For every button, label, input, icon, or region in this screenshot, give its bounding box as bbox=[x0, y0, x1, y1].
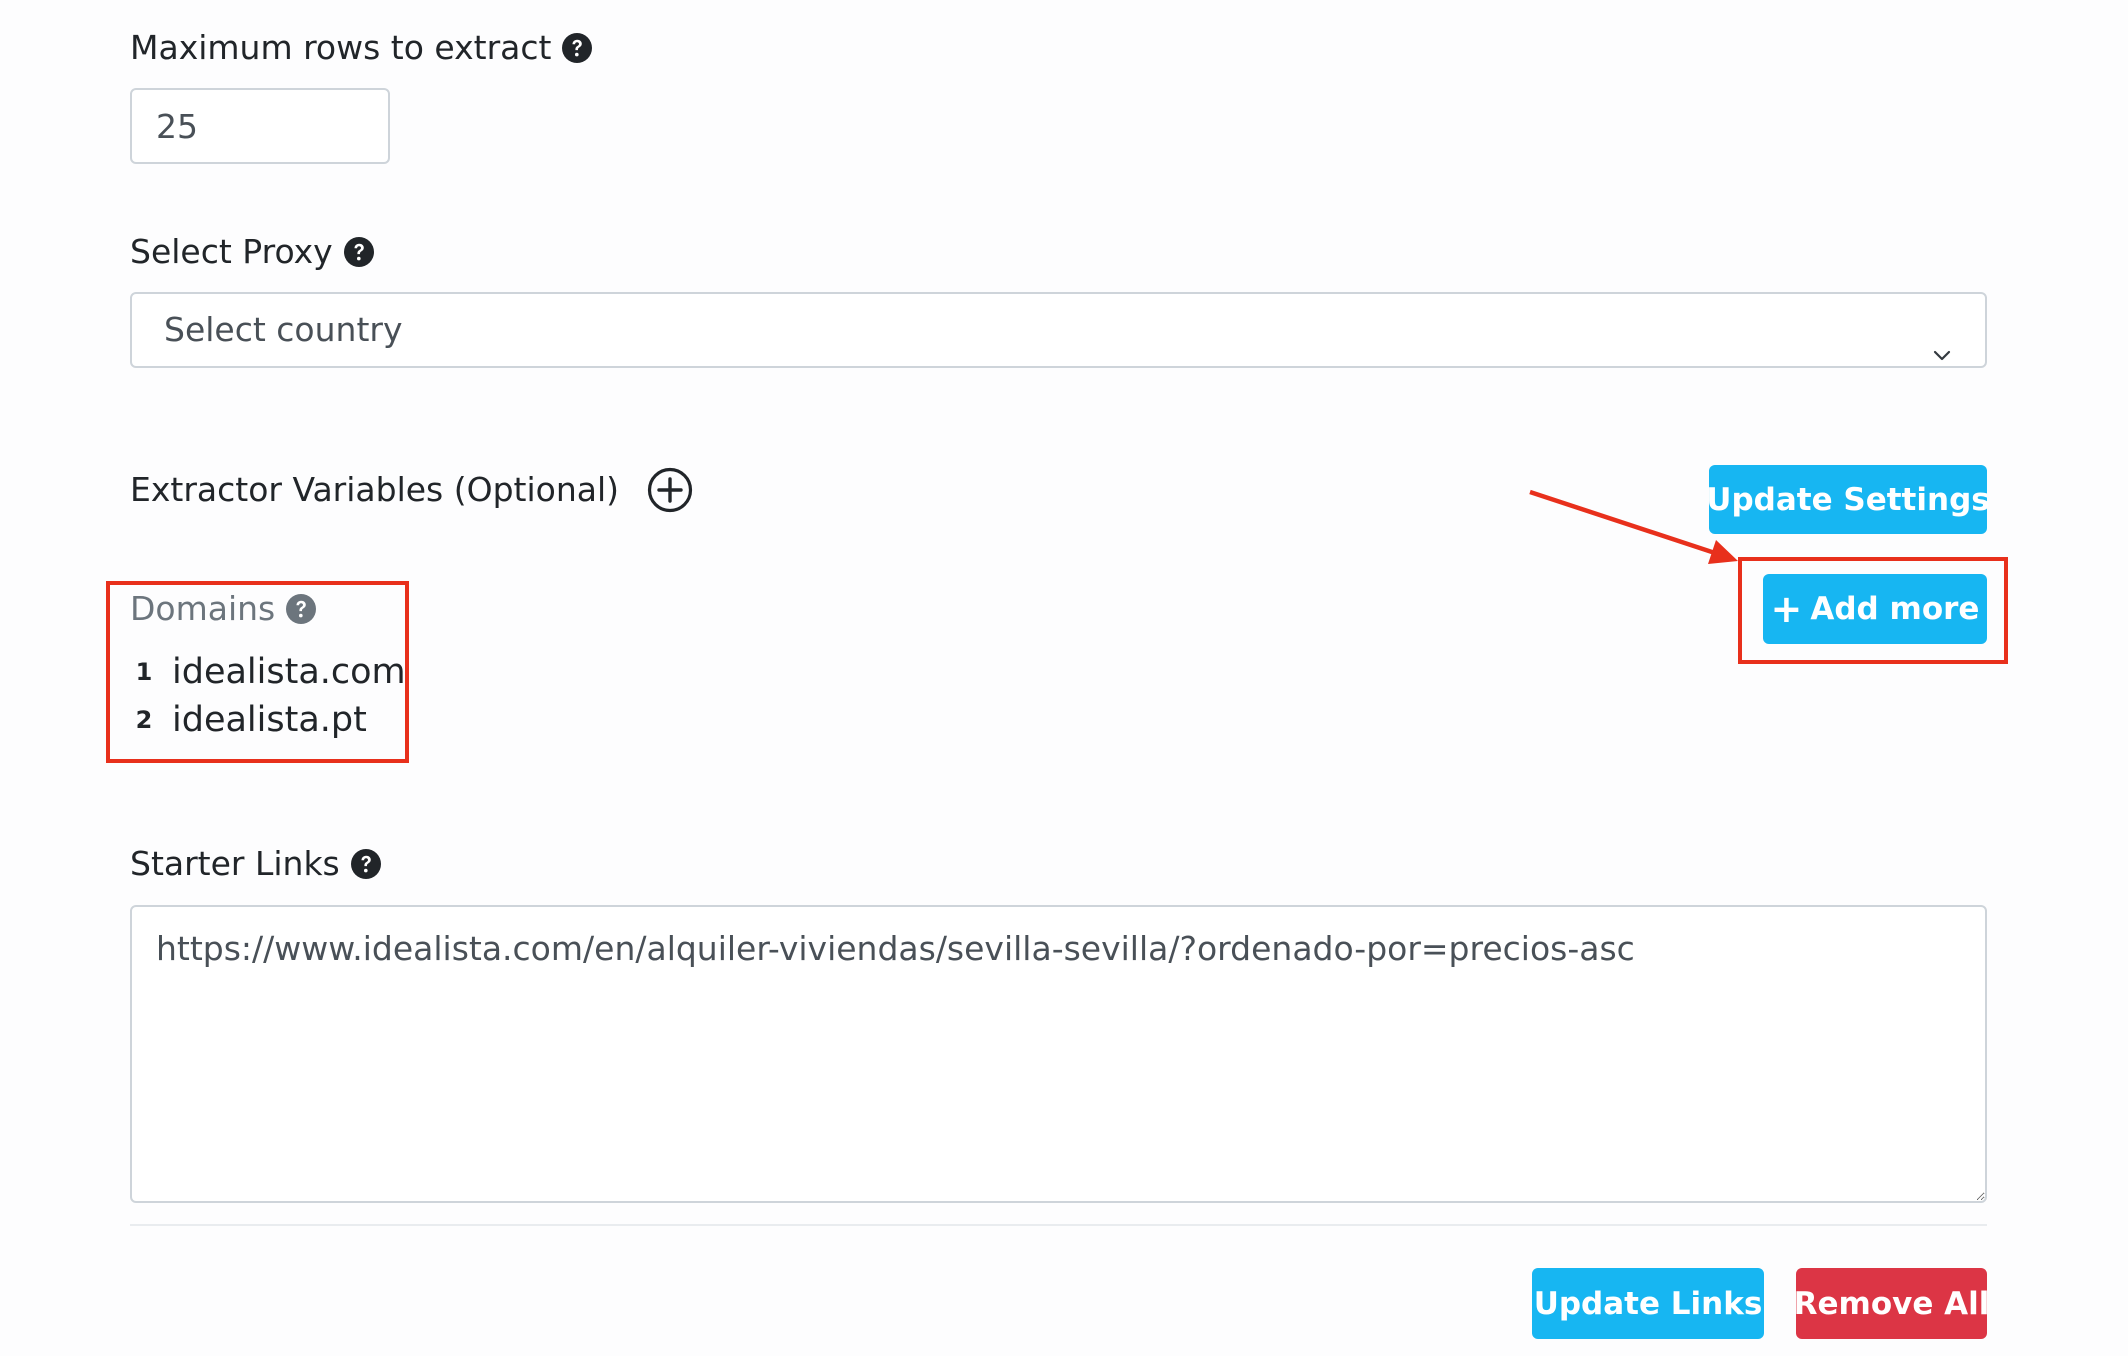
extractor-variables-label-text: Extractor Variables (Optional) bbox=[130, 470, 620, 509]
proxy-select-value: Select country bbox=[164, 310, 403, 349]
question-circle-icon[interactable] bbox=[561, 32, 593, 64]
chevron-down-icon bbox=[1931, 319, 1953, 361]
question-circle-icon[interactable] bbox=[343, 236, 375, 268]
extractor-variables-label: Extractor Variables (Optional) bbox=[130, 467, 693, 513]
starter-links-label: Starter Links bbox=[130, 844, 382, 884]
domains-highlight-box bbox=[106, 581, 409, 763]
update-links-button[interactable]: Update Links bbox=[1532, 1268, 1764, 1339]
proxy-label-text: Select Proxy bbox=[130, 232, 333, 271]
starter-links-textarea[interactable]: https://www.idealista.com/en/alquiler-vi… bbox=[130, 905, 1987, 1203]
max-rows-label-text: Maximum rows to extract bbox=[130, 28, 552, 67]
max-rows-input[interactable] bbox=[130, 88, 390, 164]
starter-links-label-text: Starter Links bbox=[130, 844, 340, 883]
update-settings-button[interactable]: Update Settings bbox=[1706, 465, 1990, 534]
max-rows-label: Maximum rows to extract bbox=[130, 28, 593, 68]
proxy-country-select[interactable]: Select country bbox=[130, 292, 1987, 368]
settings-page: Maximum rows to extract Select Proxy Sel… bbox=[0, 0, 2128, 1356]
add-more-highlight-box bbox=[1738, 557, 2008, 664]
proxy-label: Select Proxy bbox=[130, 232, 375, 272]
remove-all-button[interactable]: Remove All bbox=[1794, 1268, 1989, 1339]
question-circle-icon[interactable] bbox=[350, 848, 382, 880]
plus-circle-icon[interactable] bbox=[647, 467, 693, 513]
divider bbox=[130, 1224, 1987, 1226]
